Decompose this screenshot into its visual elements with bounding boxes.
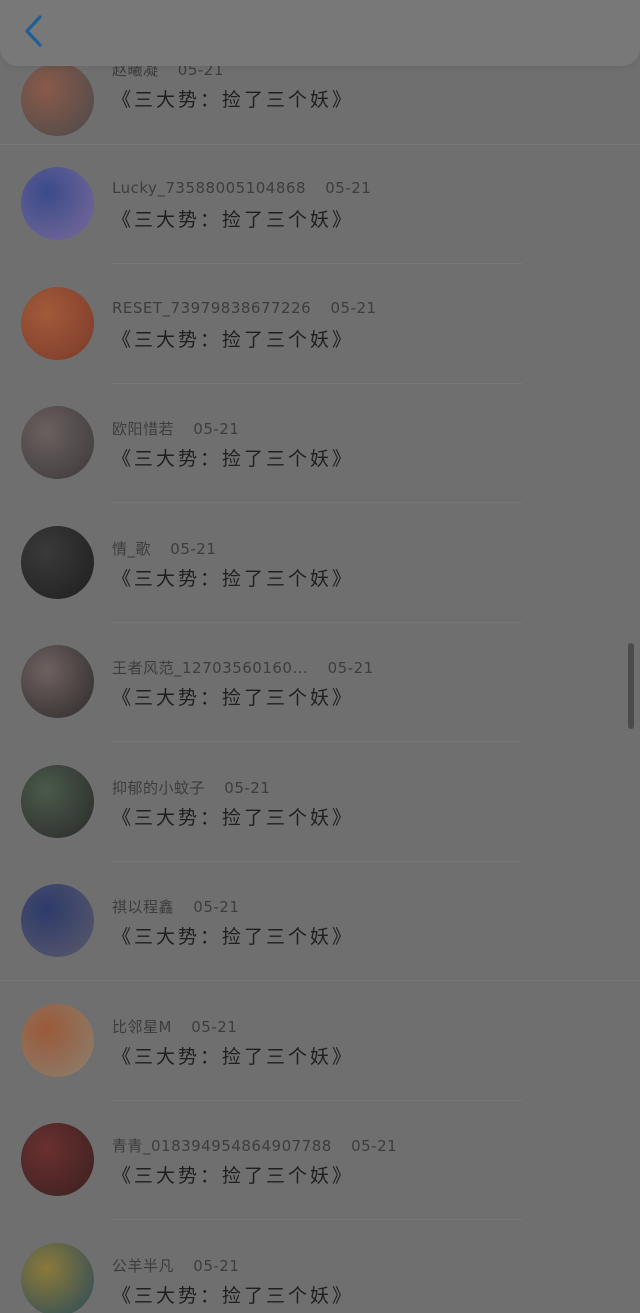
item-title: 《三大势：捡了三个妖》 xyxy=(112,807,355,829)
item-meta: 抑郁的小蚊子 05-21 xyxy=(112,777,270,798)
avatar[interactable] xyxy=(21,1004,94,1077)
item-title: 《三大势：捡了三个妖》 xyxy=(112,687,355,709)
divider xyxy=(112,1219,522,1220)
post-date: 05-21 xyxy=(193,898,240,916)
top-bar xyxy=(0,0,640,66)
list-item[interactable]: RESET_73979838677226 05-21 《三大势：捡了三个妖》 xyxy=(0,287,640,407)
user-name[interactable]: 公羊半凡 xyxy=(112,1257,174,1275)
post-date: 05-21 xyxy=(351,1137,398,1155)
divider xyxy=(112,741,522,742)
divider xyxy=(112,861,522,862)
list-item[interactable]: 比邻星M 05-21 《三大势：捡了三个妖》 xyxy=(0,1004,640,1124)
item-title: 《三大势：捡了三个妖》 xyxy=(112,926,355,948)
avatar[interactable] xyxy=(21,287,94,360)
comment-list-screen: 赵曦凝 05-21 《三大势：捡了三个妖》 Lucky_735880051048… xyxy=(0,0,640,1313)
user-name[interactable]: RESET_73979838677226 xyxy=(112,299,311,317)
avatar[interactable] xyxy=(21,765,94,838)
divider xyxy=(112,263,522,264)
list-item[interactable]: 青青_018394954864907788 05-21 《三大势：捡了三个妖》 xyxy=(0,1123,640,1243)
avatar[interactable] xyxy=(21,63,94,136)
avatar[interactable] xyxy=(21,1243,94,1313)
divider xyxy=(0,980,640,981)
list-item[interactable]: Lucky_73588005104868 05-21 《三大势：捡了三个妖》 xyxy=(0,167,640,287)
user-name[interactable]: 王者风范_12703560160... xyxy=(112,659,308,677)
post-date: 05-21 xyxy=(224,779,271,797)
divider xyxy=(0,144,640,145)
divider xyxy=(112,383,522,384)
item-title: 《三大势：捡了三个妖》 xyxy=(112,1285,355,1307)
user-name[interactable]: 祺以程鑫 xyxy=(112,898,174,916)
divider xyxy=(112,622,522,623)
chevron-left-icon xyxy=(25,15,42,47)
avatar[interactable] xyxy=(21,406,94,479)
scrollbar[interactable] xyxy=(628,643,634,729)
item-meta: 公羊半凡 05-21 xyxy=(112,1255,239,1276)
user-name[interactable]: 情_歌 xyxy=(112,540,151,558)
user-name[interactable]: Lucky_73588005104868 xyxy=(112,179,306,197)
post-date: 05-21 xyxy=(191,1018,238,1036)
list-item[interactable]: 公羊半凡 05-21 《三大势：捡了三个妖》 xyxy=(0,1243,640,1313)
post-date: 05-21 xyxy=(170,540,217,558)
item-meta: 祺以程鑫 05-21 xyxy=(112,896,239,917)
user-name[interactable]: 青青_018394954864907788 xyxy=(112,1137,332,1155)
item-title: 《三大势：捡了三个妖》 xyxy=(112,1046,355,1068)
item-meta: Lucky_73588005104868 05-21 xyxy=(112,179,371,197)
user-name[interactable]: 欧阳惜若 xyxy=(112,420,174,438)
list-item[interactable]: 情_歌 05-21 《三大势：捡了三个妖》 xyxy=(0,526,640,646)
item-title: 《三大势：捡了三个妖》 xyxy=(112,209,355,231)
list-item[interactable]: 王者风范_12703560160... 05-21 《三大势：捡了三个妖》 xyxy=(0,645,640,765)
post-date: 05-21 xyxy=(327,659,374,677)
item-title: 《三大势：捡了三个妖》 xyxy=(112,89,355,111)
avatar[interactable] xyxy=(21,1123,94,1196)
divider xyxy=(112,502,522,503)
divider xyxy=(112,1100,522,1101)
item-meta: RESET_73979838677226 05-21 xyxy=(112,299,377,317)
item-title: 《三大势：捡了三个妖》 xyxy=(112,329,355,351)
item-meta: 欧阳惜若 05-21 xyxy=(112,418,239,439)
item-meta: 比邻星M 05-21 xyxy=(112,1016,237,1037)
item-meta: 青青_018394954864907788 05-21 xyxy=(112,1135,397,1156)
post-date: 05-21 xyxy=(330,299,377,317)
list-item[interactable]: 祺以程鑫 05-21 《三大势：捡了三个妖》 xyxy=(0,884,640,1004)
post-date: 05-21 xyxy=(193,1257,240,1275)
back-button[interactable] xyxy=(14,8,54,54)
user-name[interactable]: 比邻星M xyxy=(112,1018,172,1036)
avatar[interactable] xyxy=(21,526,94,599)
item-meta: 王者风范_12703560160... 05-21 xyxy=(112,657,374,678)
post-date: 05-21 xyxy=(193,420,240,438)
user-name[interactable]: 抑郁的小蚊子 xyxy=(112,779,205,797)
avatar[interactable] xyxy=(21,645,94,718)
post-date: 05-21 xyxy=(325,179,372,197)
item-meta: 情_歌 05-21 xyxy=(112,538,216,559)
avatar[interactable] xyxy=(21,167,94,240)
item-title: 《三大势：捡了三个妖》 xyxy=(112,1165,355,1187)
item-title: 《三大势：捡了三个妖》 xyxy=(112,448,355,470)
list-item[interactable]: 赵曦凝 05-21 《三大势：捡了三个妖》 xyxy=(0,61,640,183)
avatar[interactable] xyxy=(21,884,94,957)
list-item[interactable]: 抑郁的小蚊子 05-21 《三大势：捡了三个妖》 xyxy=(0,765,640,885)
list-item[interactable]: 欧阳惜若 05-21 《三大势：捡了三个妖》 xyxy=(0,406,640,526)
item-title: 《三大势：捡了三个妖》 xyxy=(112,568,355,590)
